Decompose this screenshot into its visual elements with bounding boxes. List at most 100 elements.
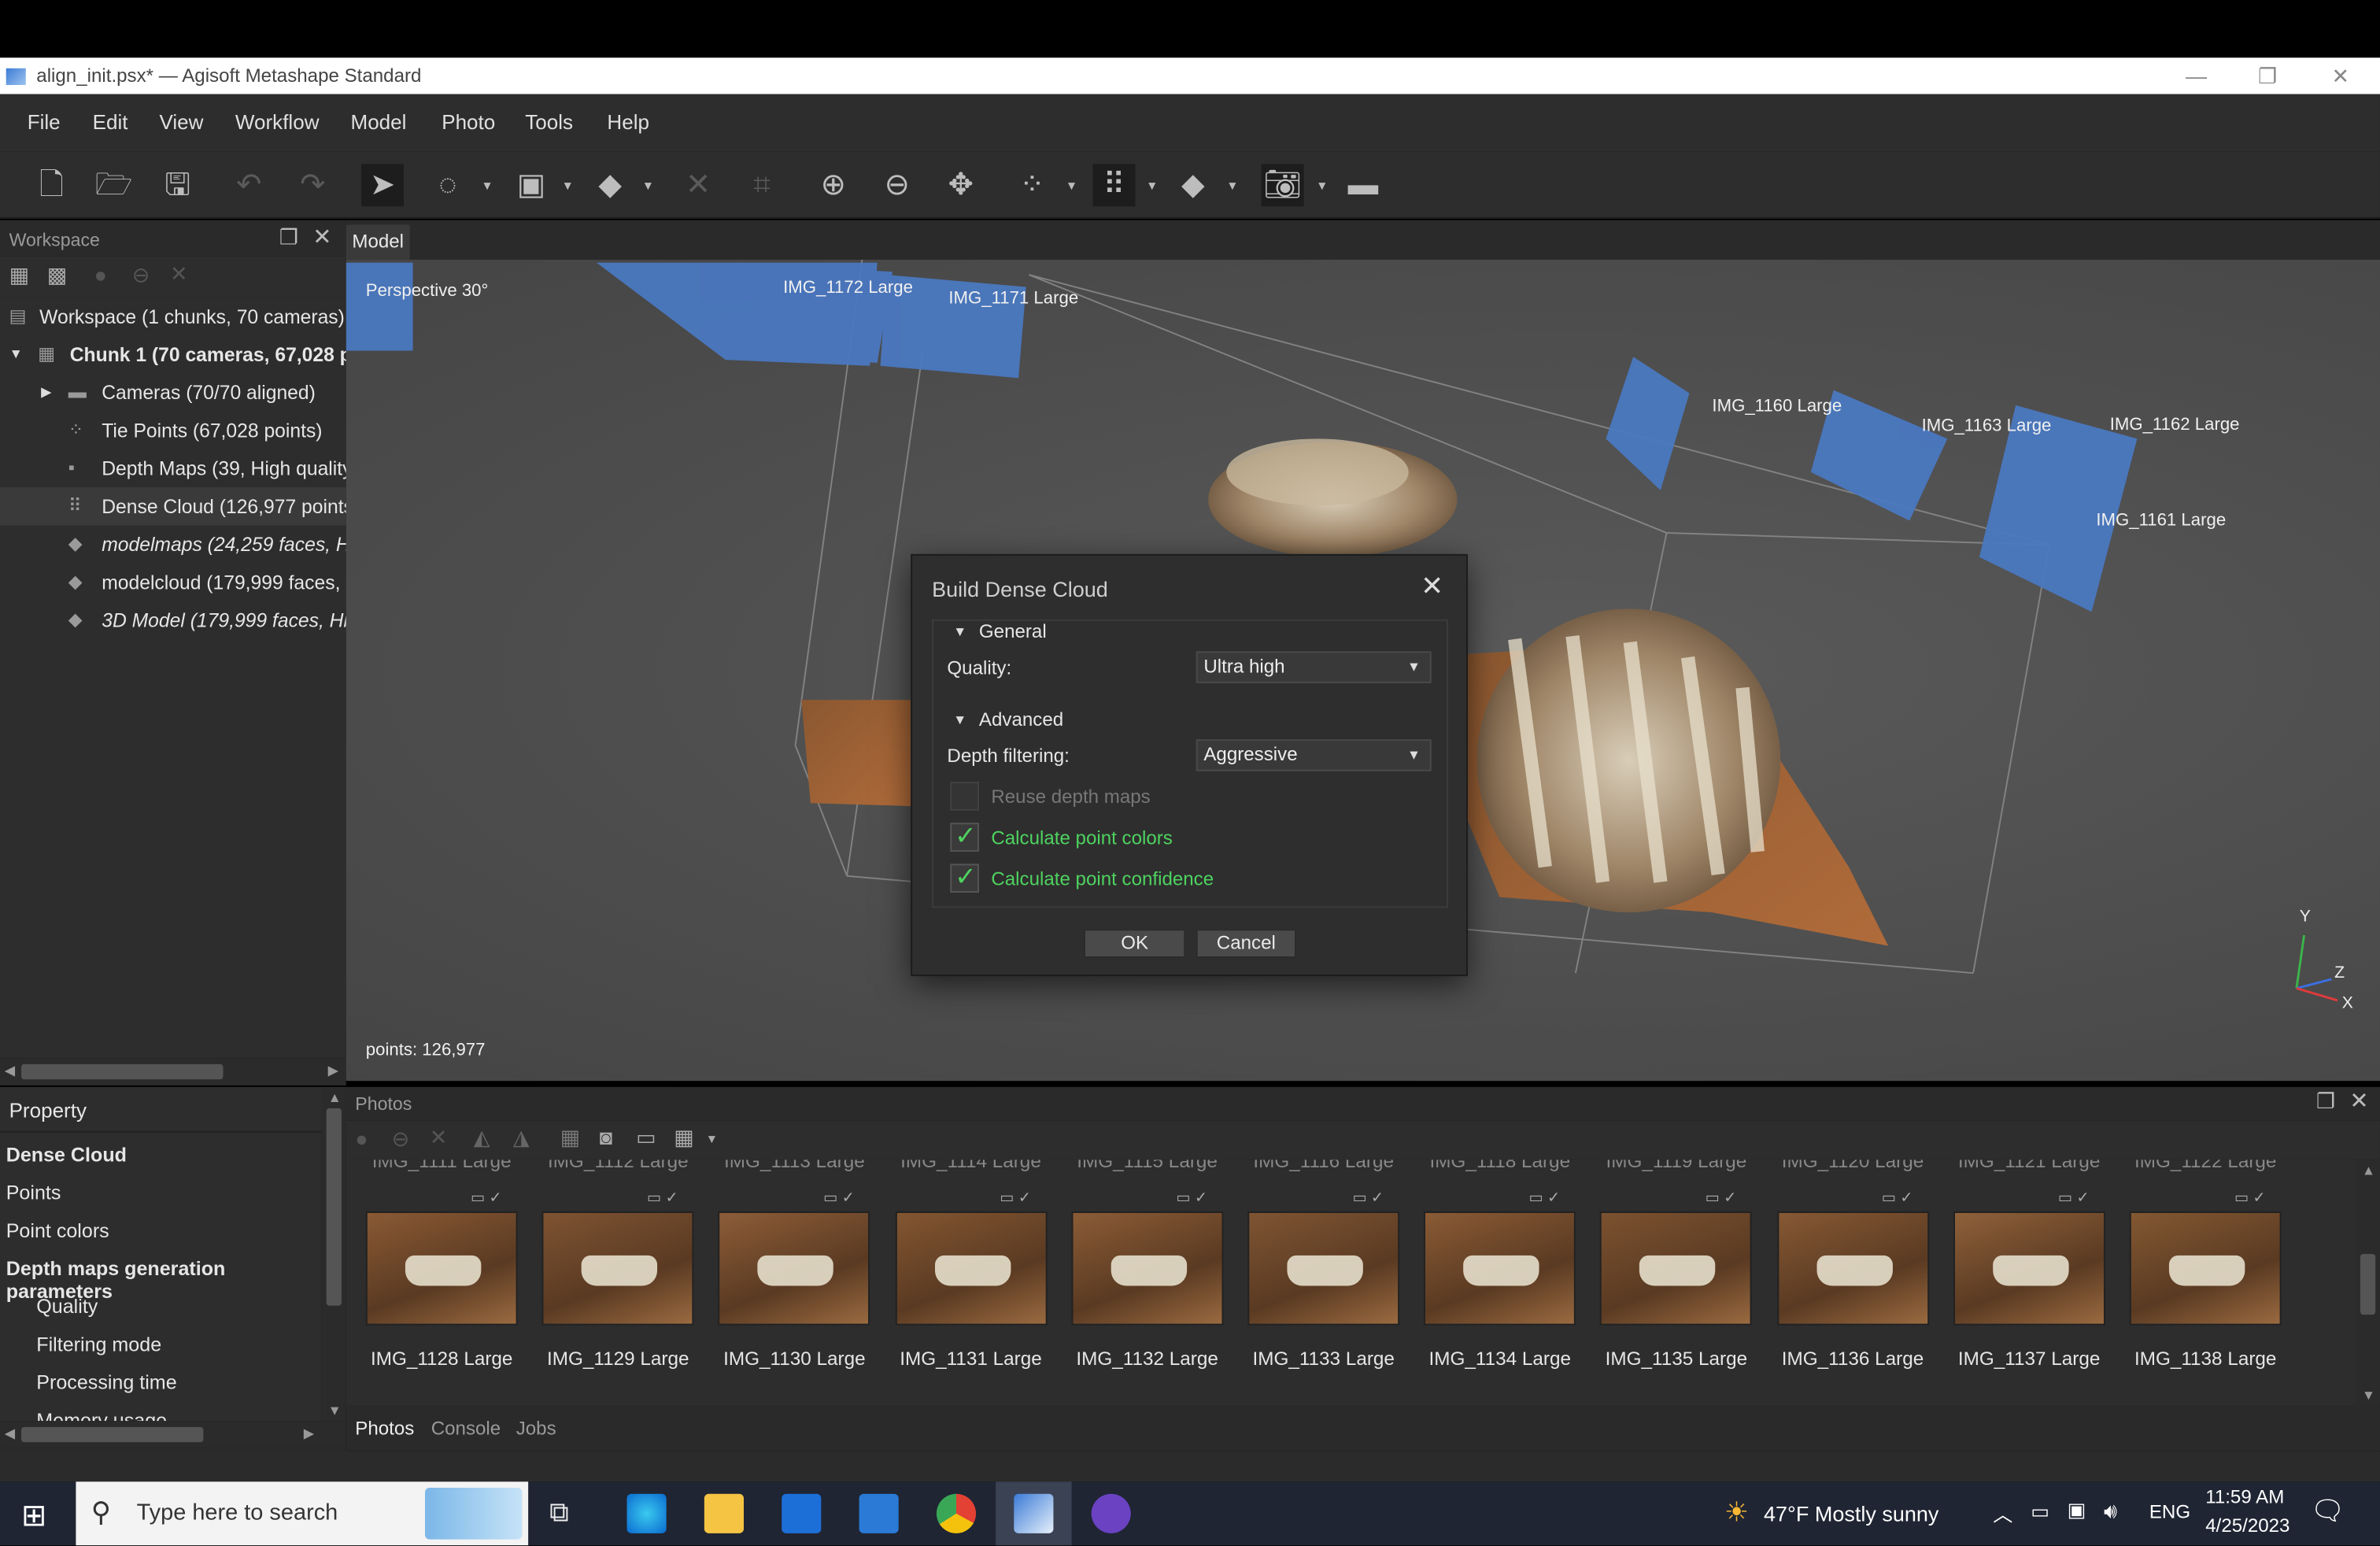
- weather-text[interactable]: 47°F Mostly sunny: [1764, 1501, 1938, 1526]
- clock-time[interactable]: 11:59 AM: [2205, 1486, 2284, 1507]
- photo-thumbnail-image[interactable]: [1953, 1211, 2105, 1326]
- filter-icon[interactable]: ▦: [560, 1125, 581, 1151]
- enable-icon[interactable]: ●: [94, 263, 107, 287]
- menu-help[interactable]: Help: [607, 111, 649, 134]
- section-collapse-icon[interactable]: ▼: [953, 624, 966, 639]
- ok-button[interactable]: OK: [1083, 929, 1186, 958]
- reuse-depth-maps-checkbox[interactable]: [950, 782, 979, 811]
- tree-item-chunk[interactable]: ▼ ▦ Chunk 1 (70 cameras, 67,028 po: [0, 335, 346, 373]
- show-cameras-icon[interactable]: 📷︎: [1261, 164, 1304, 207]
- new-document-icon[interactable]: 🗋: [31, 164, 73, 206]
- prop-row[interactable]: Point colors: [0, 1210, 322, 1248]
- tree-item-cameras[interactable]: ▶ ▬ Cameras (70/70 aligned): [0, 373, 346, 411]
- calculate-point-confidence-checkbox[interactable]: [950, 862, 979, 893]
- notifications-icon[interactable]: 🗨︎: [2310, 1496, 2345, 1528]
- minimize-button[interactable]: —: [2174, 61, 2219, 91]
- language-indicator[interactable]: ENG: [2149, 1501, 2190, 1522]
- photo-thumbnail-image[interactable]: [1247, 1211, 1400, 1326]
- remove-camera-icon[interactable]: ✕: [430, 1125, 448, 1151]
- network-icon[interactable]: ▣: [2068, 1498, 2086, 1522]
- prop-row[interactable]: Dense Cloud: [0, 1134, 322, 1172]
- edge-browser-icon[interactable]: [626, 1493, 667, 1533]
- prop-row[interactable]: Quality: [0, 1285, 322, 1323]
- tab-console[interactable]: Console: [431, 1418, 501, 1439]
- photo-thumbnail-item[interactable]: IMG_1121 Large ▭ ✓ IMG_1137 Large: [1934, 1160, 2110, 1405]
- section-collapse-icon[interactable]: ▼: [953, 712, 966, 727]
- prop-row[interactable]: Memory usage: [0, 1400, 322, 1421]
- section-general[interactable]: General: [979, 621, 1047, 642]
- thumbnail-grid-icon[interactable]: ▦: [674, 1125, 694, 1151]
- close-panel-icon[interactable]: ✕: [2349, 1087, 2368, 1115]
- photo-thumbnail-item[interactable]: IMG_1120 Large ▭ ✓ IMG_1136 Large: [1757, 1160, 1934, 1405]
- menu-photo[interactable]: Photo: [442, 111, 495, 134]
- add-chunk-icon[interactable]: ▦: [9, 263, 30, 289]
- view-images-icon[interactable]: ▭: [636, 1125, 656, 1151]
- prop-row[interactable]: Points: [0, 1172, 322, 1210]
- enable-camera-icon[interactable]: ●: [355, 1126, 368, 1151]
- close-panel-icon[interactable]: ✕: [312, 223, 331, 250]
- chrome-icon[interactable]: [936, 1493, 977, 1533]
- photos-vertical-scrollbar[interactable]: ▲ ▼: [2356, 1160, 2380, 1406]
- open-folder-icon[interactable]: 🗁: [93, 164, 135, 206]
- tree-item-dense-cloud[interactable]: ⠿ Dense Cloud (126,977 points,: [0, 487, 346, 526]
- zoom-out-icon[interactable]: ⊖: [876, 164, 918, 206]
- dense-cloud-view-icon[interactable]: ⠿: [1092, 164, 1136, 207]
- photo-thumbnail-item[interactable]: IMG_1119 Large ▭ ✓ IMG_1135 Large: [1580, 1160, 1757, 1405]
- add-photos-icon[interactable]: ▩: [47, 263, 68, 289]
- rotate-object-icon[interactable]: ◌: [427, 164, 469, 206]
- move-object-icon[interactable]: ◆: [589, 164, 631, 206]
- undock-icon[interactable]: ❐: [279, 224, 298, 250]
- volume-icon[interactable]: 🔊︎: [2104, 1498, 2117, 1524]
- rotate-right-icon[interactable]: ◮: [513, 1125, 530, 1151]
- photo-thumbnail-image[interactable]: [541, 1211, 694, 1326]
- github-desktop-icon[interactable]: [1091, 1493, 1131, 1533]
- tree-item-workspace[interactable]: ▤ Workspace (1 chunks, 70 cameras): [0, 298, 346, 335]
- prop-row[interactable]: Processing time: [0, 1362, 322, 1400]
- maximize-button[interactable]: ❐: [2245, 61, 2290, 91]
- metashape-taskbar-icon[interactable]: [1014, 1493, 1054, 1533]
- dialog-close-icon[interactable]: ✕: [1421, 571, 1443, 602]
- close-window-button[interactable]: ✕: [2318, 61, 2363, 91]
- task-view-icon[interactable]: ⧉: [549, 1497, 569, 1529]
- photo-thumbnail-item[interactable]: IMG_1118 Large ▭ ✓ IMG_1134 Large: [1404, 1160, 1580, 1405]
- scroll-thumb[interactable]: [326, 1108, 342, 1306]
- menu-edit[interactable]: Edit: [93, 111, 128, 134]
- undo-icon[interactable]: ↶: [227, 164, 270, 206]
- redo-icon[interactable]: ↷: [291, 164, 334, 206]
- disable-icon[interactable]: ⊖: [132, 263, 150, 289]
- microsoft-store-icon[interactable]: [782, 1493, 822, 1533]
- calculate-point-colors-checkbox[interactable]: [950, 821, 979, 852]
- photo-thumbnail-image[interactable]: [2129, 1211, 2282, 1326]
- menu-workflow[interactable]: Workflow: [235, 111, 320, 134]
- rectangle-selection-icon[interactable]: ▣: [510, 164, 552, 206]
- photo-thumbnail-item[interactable]: IMG_1111 Large ▭ ✓ IMG_1128 Large: [346, 1160, 523, 1405]
- scroll-thumb[interactable]: [20, 1063, 224, 1080]
- cancel-button[interactable]: Cancel: [1196, 929, 1296, 958]
- collapse-icon[interactable]: ▼: [9, 345, 31, 363]
- quality-select[interactable]: Ultra high ▼: [1196, 651, 1432, 683]
- windows-start-icon[interactable]: ⊞: [21, 1497, 46, 1535]
- photo-thumbnail-item[interactable]: IMG_1114 Large ▭ ✓ IMG_1131 Large: [875, 1160, 1051, 1405]
- tab-model[interactable]: Model: [346, 224, 410, 260]
- workspace-horizontal-scrollbar[interactable]: ◀ ▶: [0, 1058, 346, 1086]
- tab-jobs[interactable]: Jobs: [516, 1418, 556, 1439]
- chevron-down-icon[interactable]: ▼: [706, 1133, 718, 1146]
- file-explorer-icon[interactable]: [704, 1493, 744, 1533]
- reset-view-icon[interactable]: ✥: [940, 164, 982, 206]
- save-icon[interactable]: 🖫: [157, 164, 199, 206]
- photo-thumbnail-image[interactable]: [895, 1211, 1047, 1326]
- photo-thumbnail-item[interactable]: IMG_1115 Large ▭ ✓ IMG_1132 Large: [1051, 1160, 1228, 1405]
- prop-row[interactable]: Depth maps generation parameters: [0, 1248, 322, 1303]
- model-view-icon[interactable]: ◆: [1172, 164, 1214, 206]
- photo-thumbnail-image[interactable]: [1071, 1211, 1224, 1326]
- photo-thumbnail-image[interactable]: [365, 1211, 518, 1326]
- tree-item-tie-points[interactable]: ⁘ Tie Points (67,028 points): [0, 412, 346, 449]
- photo-thumbnail-image[interactable]: [1600, 1211, 1753, 1326]
- select-pointer-icon[interactable]: ➤: [360, 164, 404, 207]
- photo-thumbnail-item[interactable]: IMG_1116 Large ▭ ✓ IMG_1133 Large: [1228, 1160, 1404, 1405]
- rotate-left-icon[interactable]: ◭: [474, 1125, 490, 1151]
- crop-selection-icon[interactable]: ⌗: [741, 164, 783, 206]
- menu-file[interactable]: File: [28, 111, 61, 134]
- disable-camera-icon[interactable]: ⊖: [392, 1126, 410, 1152]
- photo-thumbnail-item[interactable]: IMG_1112 Large ▭ ✓ IMG_1129 Large: [523, 1160, 699, 1405]
